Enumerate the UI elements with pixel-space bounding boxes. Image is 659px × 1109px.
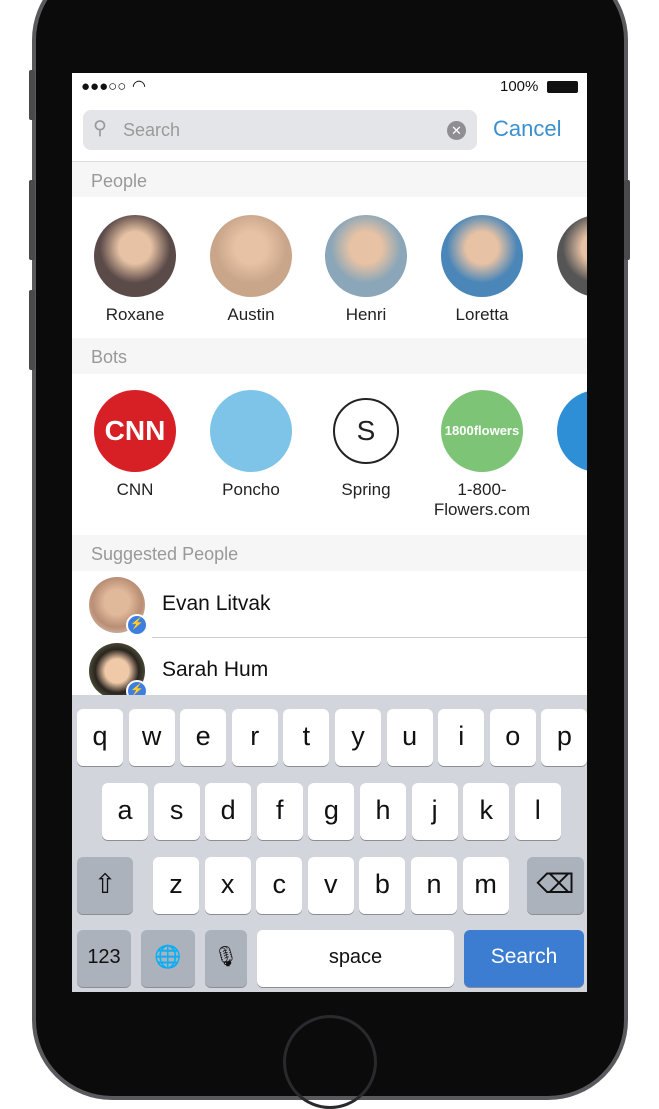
bot-item[interactable]: CNN CNN (80, 390, 190, 500)
search-key[interactable]: Search (464, 930, 584, 987)
person-item[interactable]: Je (543, 215, 587, 325)
key-u[interactable]: u (386, 709, 433, 766)
bots-header: Bots (72, 338, 587, 374)
messenger-badge-icon: ⚡ (126, 614, 148, 636)
avatar (94, 215, 176, 297)
key-r[interactable]: r (231, 709, 278, 766)
wifi-icon: ◠ (132, 78, 146, 95)
shift-key[interactable]: ⇧ (77, 857, 133, 914)
avatar (325, 215, 407, 297)
key-k[interactable]: k (463, 783, 510, 840)
space-key[interactable]: space (257, 930, 454, 987)
person-item[interactable]: Roxane (80, 215, 190, 325)
home-button[interactable] (283, 1015, 377, 1109)
bot-item[interactable]: Poncho (196, 390, 306, 500)
cancel-button[interactable]: Cancel (493, 116, 561, 142)
avatar (557, 215, 587, 297)
suggested-header: Suggested People (72, 535, 587, 571)
suggested-row[interactable]: ⚡ Evan Litvak (72, 572, 587, 638)
bot-logo-icon (210, 390, 292, 472)
key-g[interactable]: g (308, 783, 355, 840)
signal-indicator: ●●●○○ (81, 78, 127, 95)
key-a[interactable]: a (102, 783, 148, 840)
key-w[interactable]: w (128, 709, 175, 766)
bot-logo-icon (557, 390, 587, 472)
key-f[interactable]: f (256, 783, 303, 840)
mute-switch (29, 70, 35, 120)
key-v[interactable]: v (307, 857, 354, 914)
key-d[interactable]: d (205, 783, 252, 840)
bot-item[interactable] (543, 390, 587, 480)
bot-name: Poncho (222, 480, 280, 499)
bot-item[interactable]: S Spring (311, 390, 421, 500)
battery-percent: 100% (500, 78, 539, 95)
bot-name: 1-800- Flowers.com (433, 480, 531, 519)
key-x[interactable]: x (204, 857, 251, 914)
key-t[interactable]: t (283, 709, 330, 766)
clear-icon[interactable]: ✕ (447, 121, 466, 140)
person-name: Henri (345, 305, 387, 324)
mic-icon[interactable]: 🎙 (205, 930, 247, 987)
screen: ●●●○○ ◠ 100% ⚲ Search ✕ Cancel People Ro… (72, 73, 587, 992)
suggested-name: Evan Litvak (162, 592, 271, 615)
person-item[interactable]: Austin (196, 215, 306, 325)
bot-name: Spring (341, 480, 391, 499)
bot-logo-icon: 1800flowers (441, 390, 523, 472)
volume-up-button (29, 180, 35, 260)
search-input[interactable]: ⚲ Search ✕ (83, 110, 477, 150)
key-h[interactable]: h (360, 783, 406, 840)
bot-logo-icon: S (333, 398, 399, 464)
key-c[interactable]: c (256, 857, 303, 914)
key-z[interactable]: z (153, 857, 199, 914)
person-name: Loretta (455, 305, 509, 324)
bots-row: CNN CNN Poncho S Spring 1800flowers 1-800- Flo… (72, 374, 587, 535)
delete-key[interactable]: ⌫ (527, 857, 584, 914)
power-button (624, 180, 630, 260)
key-q[interactable]: q (77, 709, 123, 766)
person-name: Je (543, 305, 587, 325)
avatar (210, 215, 292, 297)
key-j[interactable]: j (411, 783, 458, 840)
suggested-name: Sarah Hum (162, 658, 269, 681)
globe-icon[interactable]: 🌐 (141, 930, 195, 987)
key-o[interactable]: o (489, 709, 536, 766)
people-row: Roxane Austin Henri Loretta Je (72, 197, 587, 338)
bot-logo-icon: CNN (94, 390, 176, 472)
key-n[interactable]: n (411, 857, 457, 914)
bot-item[interactable]: 1800flowers 1-800- Flowers.com (427, 390, 537, 520)
keyboard: q w e r t y u i o p a s d f g h j k l ⇧ z x c v b n m ⌫ 123 🌐 🎙 space Se… (72, 695, 587, 992)
person-name: Roxane (105, 305, 165, 324)
search-placeholder: Search (123, 120, 181, 140)
key-i[interactable]: i (438, 709, 485, 766)
person-item[interactable]: Loretta (427, 215, 537, 325)
numbers-key[interactable]: 123 (77, 930, 131, 987)
key-b[interactable]: b (359, 857, 406, 914)
key-l[interactable]: l (514, 783, 561, 840)
avatar (441, 215, 523, 297)
key-m[interactable]: m (462, 857, 509, 914)
key-y[interactable]: y (335, 709, 381, 766)
bot-name: CNN (116, 480, 154, 499)
people-header: People (72, 161, 587, 197)
search-icon: ⚲ (93, 118, 107, 139)
key-p[interactable]: p (541, 709, 587, 766)
person-name: Austin (227, 305, 275, 324)
battery-icon (547, 81, 578, 93)
key-e[interactable]: e (180, 709, 227, 766)
volume-down-button (29, 290, 35, 370)
key-s[interactable]: s (153, 783, 200, 840)
person-item[interactable]: Henri (311, 215, 421, 325)
